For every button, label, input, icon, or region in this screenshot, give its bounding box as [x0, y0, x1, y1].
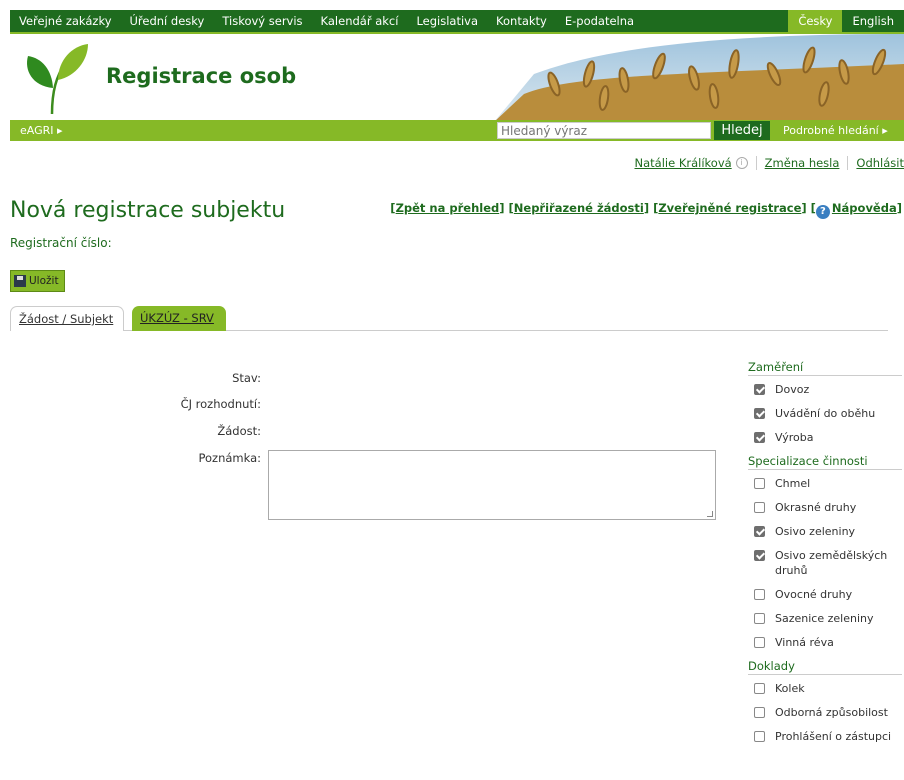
checkbox-row-vyroba[interactable]: Výroba	[748, 430, 902, 445]
page-actions: [Zpět na přehled] [Nepřiřazené žádosti] …	[390, 201, 902, 219]
user-links: Natálie Králíková i Změna hesla Odhlásit	[635, 156, 904, 170]
top-nav-item-legislativa[interactable]: Legislativa	[407, 10, 487, 32]
checkbox-row-odborna[interactable]: Odborná způsobilost	[748, 705, 902, 720]
section-title-doklady: Doklady	[748, 659, 902, 675]
secondary-bar: eAGRI ▸ Hledej Podrobné hledání ▸	[10, 120, 904, 141]
checkbox-osivo-zemedelskych[interactable]	[754, 550, 765, 561]
section-doklady: Doklady Kolek Odborná způsobilost Prohlá…	[748, 659, 902, 744]
top-nav-item-e-podatelna[interactable]: E-podatelna	[556, 10, 643, 32]
tab-bar: Žádost / Subjekt ÚKZÚZ - SRV	[10, 306, 888, 331]
checkbox-row-ovocne[interactable]: Ovocné druhy	[748, 587, 902, 602]
registration-number-label: Registrační číslo:	[10, 236, 112, 250]
top-nav-items: Veřejné zakázky Úřední desky Tiskový ser…	[10, 10, 788, 32]
checkbox-row-okrasne[interactable]: Okrasné druhy	[748, 500, 902, 515]
section-specializace: Specializace činnosti Chmel Okrasné druh…	[748, 454, 902, 650]
tab-zadost-subjekt[interactable]: Žádost / Subjekt	[10, 306, 124, 331]
resize-handle-icon[interactable]	[707, 511, 713, 517]
tab-ukzuz-srv[interactable]: ÚKZÚZ - SRV	[132, 306, 226, 331]
wheat-banner-image	[494, 34, 904, 120]
site-header: Registrace osob	[10, 32, 904, 120]
poznamka-label: Poznámka:	[198, 451, 261, 465]
save-button-label: Uložit	[29, 275, 59, 287]
checkbox-label: Odborná způsobilost	[775, 706, 888, 719]
cj-rozhodnuti-label: ČJ rozhodnutí:	[180, 397, 261, 411]
checkbox-row-osivo-zemedelskych[interactable]: Osivo zemědělských druhů	[748, 548, 902, 578]
checkbox-uvadeni[interactable]	[754, 408, 765, 419]
section-title-zamereni: Zaměření	[748, 360, 902, 376]
checkbox-label: Sazenice zeleniny	[775, 612, 874, 625]
checkbox-row-prohlaseni[interactable]: Prohlášení o zástupci	[748, 729, 902, 744]
checkbox-vyroba[interactable]	[754, 432, 765, 443]
checkbox-label: Prohlášení o zástupci	[775, 730, 892, 743]
checkbox-odborna[interactable]	[754, 707, 765, 718]
checkbox-dovoz[interactable]	[754, 384, 765, 395]
published-registrations-link[interactable]: Zveřejněné registrace	[658, 201, 801, 215]
site-title[interactable]: Registrace osob	[106, 64, 296, 88]
logout-link[interactable]: Odhlásit	[856, 156, 904, 170]
section-zamereni: Zaměření Dovoz Uvádění do oběhu Výroba	[748, 360, 902, 445]
top-nav-item-kalendar-akci[interactable]: Kalendář akcí	[312, 10, 408, 32]
checkbox-kolek[interactable]	[754, 683, 765, 694]
checkbox-row-chmel[interactable]: Chmel	[748, 476, 902, 491]
page-title: Nová registrace subjektu	[10, 198, 286, 223]
checkbox-row-dovoz[interactable]: Dovoz	[748, 382, 902, 397]
checkbox-label: Osivo zemědělských druhů	[775, 549, 888, 577]
right-panel: Zaměření Dovoz Uvádění do oběhu Výroba S…	[748, 360, 902, 753]
checkbox-label: Dovoz	[775, 383, 810, 396]
top-nav-item-kontakty[interactable]: Kontakty	[487, 10, 556, 32]
separator	[847, 156, 849, 170]
separator	[755, 156, 757, 170]
floppy-disk-icon	[14, 275, 26, 287]
user-name-link[interactable]: Natálie Králíková	[635, 156, 732, 170]
help-icon[interactable]: ?	[815, 205, 830, 219]
stav-label: Stav:	[232, 371, 261, 385]
checkbox-okrasne[interactable]	[754, 502, 765, 513]
unassigned-requests-link[interactable]: Nepřiřazené žádosti	[514, 201, 644, 215]
checkbox-label: Uvádění do oběhu	[775, 407, 876, 420]
checkbox-sazenice[interactable]	[754, 613, 765, 624]
help-link[interactable]: Nápověda	[832, 201, 897, 215]
search-input[interactable]	[497, 122, 711, 139]
change-password-link[interactable]: Změna hesla	[765, 156, 840, 170]
back-to-overview-link[interactable]: Zpět na přehled	[396, 201, 500, 215]
checkbox-row-kolek[interactable]: Kolek	[748, 681, 902, 696]
top-navigation: Veřejné zakázky Úřední desky Tiskový ser…	[10, 10, 904, 32]
lang-english-link[interactable]: English	[842, 10, 904, 32]
info-icon[interactable]: i	[735, 157, 748, 169]
search-button[interactable]: Hledej	[714, 121, 770, 140]
checkbox-label: Výroba	[775, 431, 814, 444]
leaf-logo-icon[interactable]	[22, 40, 92, 116]
checkbox-label: Okrasné druhy	[775, 501, 857, 514]
checkbox-row-sazenice[interactable]: Sazenice zeleniny	[748, 611, 902, 626]
top-nav-item-tiskovy-servis[interactable]: Tiskový servis	[213, 10, 311, 32]
save-button[interactable]: Uložit	[10, 270, 65, 292]
poznamka-textarea[interactable]	[268, 450, 716, 520]
language-switch: Česky English	[788, 10, 904, 32]
top-nav-item-uredni-desky[interactable]: Úřední desky	[121, 10, 214, 32]
checkbox-label: Kolek	[775, 682, 805, 695]
checkbox-label: Osivo zeleniny	[775, 525, 856, 538]
checkbox-vinna-reva[interactable]	[754, 637, 765, 648]
checkbox-row-uvadeni[interactable]: Uvádění do oběhu	[748, 406, 902, 421]
checkbox-row-osivo-zeleniny[interactable]: Osivo zeleniny	[748, 524, 902, 539]
checkbox-label: Ovocné druhy	[775, 588, 853, 601]
checkbox-label: Chmel	[775, 477, 811, 490]
top-nav-item-verejne-zakazky[interactable]: Veřejné zakázky	[10, 10, 121, 32]
checkbox-prohlaseni[interactable]	[754, 731, 765, 742]
checkbox-row-vinna-reva[interactable]: Vinná réva	[748, 635, 902, 650]
section-title-specializace: Specializace činnosti	[748, 454, 902, 470]
lang-czech-link[interactable]: Česky	[788, 10, 843, 32]
checkbox-chmel[interactable]	[754, 478, 765, 489]
checkbox-ovocne[interactable]	[754, 589, 765, 600]
checkbox-label: Vinná réva	[775, 636, 834, 649]
zadost-label: Žádost:	[217, 424, 261, 438]
checkbox-osivo-zeleniny[interactable]	[754, 526, 765, 537]
advanced-search-link[interactable]: Podrobné hledání ▸	[783, 120, 888, 141]
